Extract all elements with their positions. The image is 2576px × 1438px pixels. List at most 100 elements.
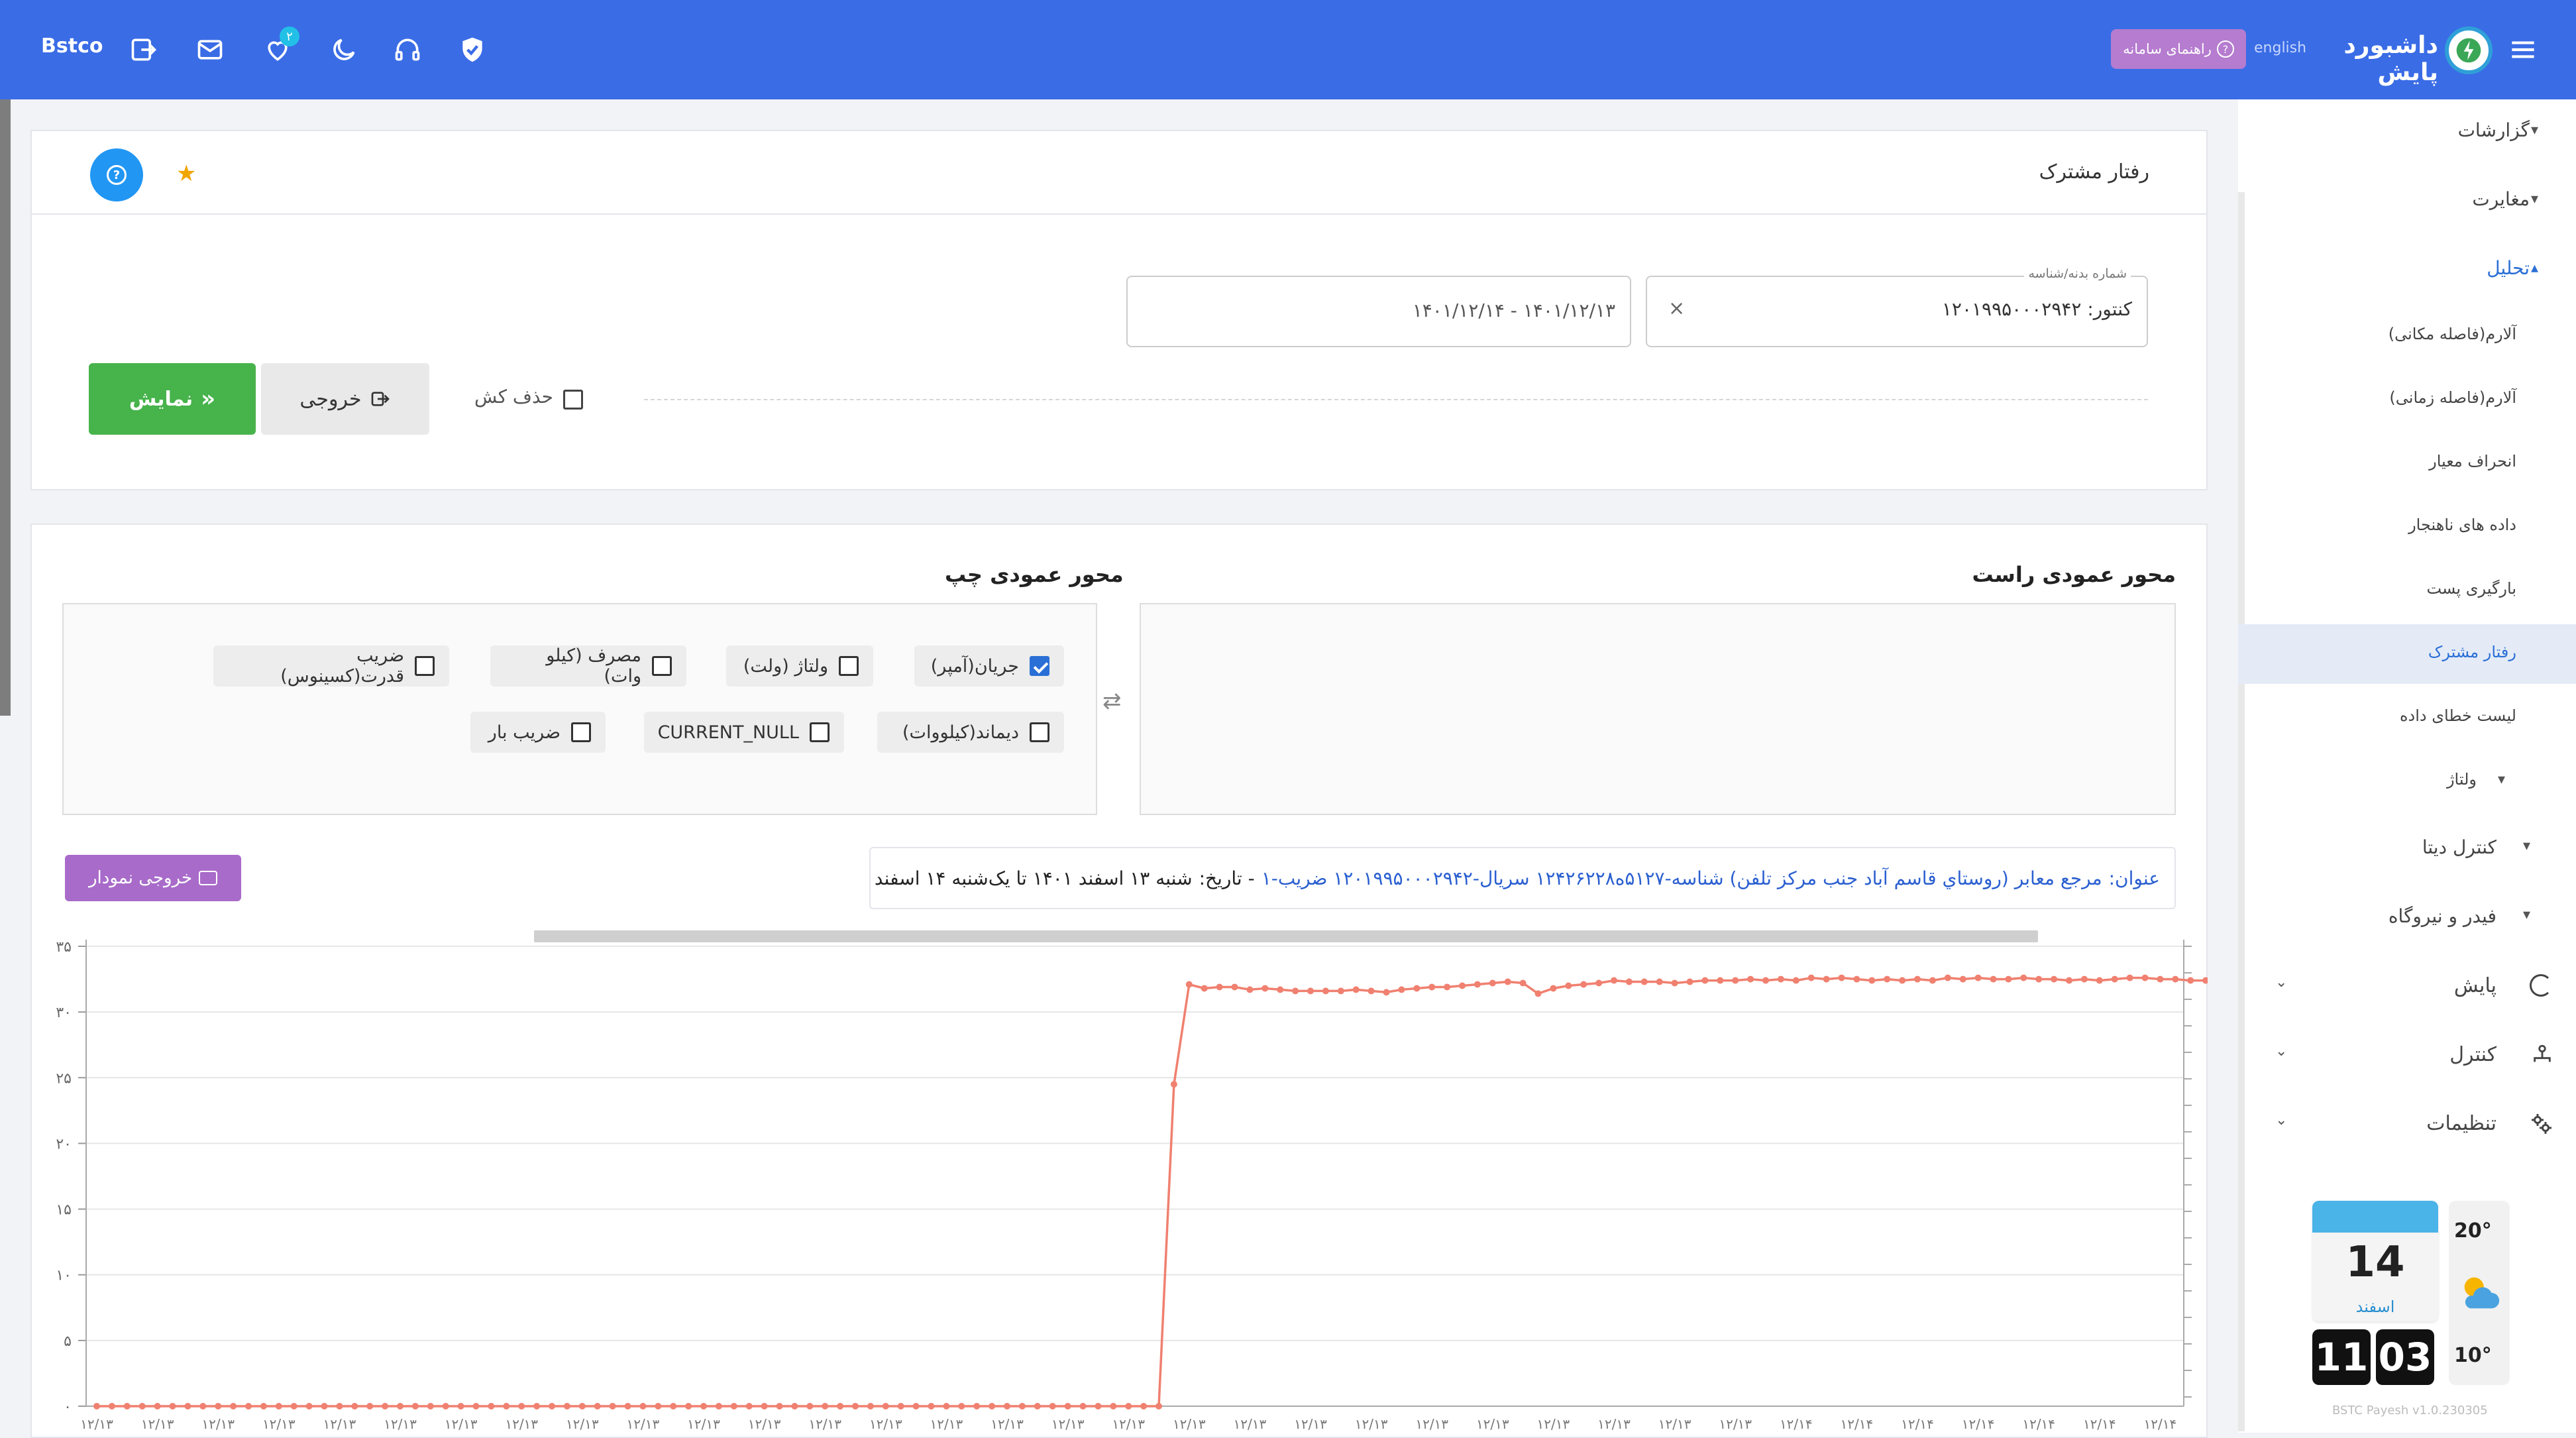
sidebar-item-label: گزارشات (2457, 119, 2530, 141)
option-checkbox[interactable] (839, 656, 859, 676)
x-tick-label: ۱۲/۱۳ (445, 1416, 478, 1432)
data-point (1914, 975, 1921, 983)
x-tick-label: ۱۲/۱۳ (323, 1416, 356, 1432)
data-point (882, 1403, 889, 1410)
sidebar-item-settings[interactable]: تنظیمات (2426, 1112, 2496, 1135)
option-label: ولتاژ (ولت) (743, 655, 828, 677)
option-power-factor[interactable]: ضریب قدرت(کسینوس) (213, 645, 449, 687)
data-point (655, 1403, 662, 1410)
data-point (169, 1403, 176, 1410)
data-point (1899, 977, 1906, 984)
export-chart-label: خروجی نمودار (88, 868, 193, 888)
data-point (943, 1403, 950, 1410)
sidebar-item-control[interactable]: کنترل (2449, 1043, 2496, 1066)
x-tick-label: ۱۲/۱۳ (1355, 1416, 1388, 1432)
logout-icon[interactable] (126, 32, 162, 68)
y-tick-label: ۳۰ (56, 1005, 72, 1021)
option-label: ضریب بار (488, 722, 561, 743)
data-point (1246, 986, 1254, 993)
x-tick-label: ۱۲/۱۳ (627, 1416, 660, 1432)
sidebar-item-feeder-plant[interactable]: فیدر و نیروگاه (2388, 905, 2496, 927)
option-demand[interactable]: دیماند(کیلووات) (877, 712, 1064, 753)
meter-select[interactable]: شماره بدنه/شناسه کنتور: ۱۲۰۱۹۹۵۰۰۰۲۹۴۲ × (1646, 266, 2148, 347)
option-checkbox[interactable] (571, 722, 591, 742)
data-point (897, 1403, 904, 1410)
x-tick-label: ۱۲/۱۳ (748, 1416, 781, 1432)
mail-icon[interactable] (192, 32, 228, 68)
language-link[interactable]: english (2254, 40, 2306, 56)
max-temperature: 20° (2454, 1219, 2492, 1243)
sidebar-item-alarm-spatial[interactable]: آلارم(فاصله مکانی) (2388, 325, 2516, 343)
system-guide-button[interactable]: ? راهنمای سامانه (2111, 29, 2246, 69)
option-current[interactable]: جریان(آمپر) (914, 645, 1064, 687)
option-consumption[interactable]: مصرف (کیلو وات) (490, 645, 686, 687)
sidebar-item-label: مغایرت (2472, 188, 2530, 210)
x-tick-label: ۱۲/۱۳ (141, 1416, 174, 1432)
date-range-field[interactable]: ۱۴۰۱/۱۲/۱۳ - ۱۴۰۱/۱۲/۱۴ (1126, 276, 1631, 347)
x-tick-label: ۱۲/۱۳ (991, 1416, 1024, 1432)
clear-icon[interactable]: × (1668, 297, 1685, 320)
swap-icon[interactable]: ⇄ (1102, 688, 1122, 714)
x-tick-label: ۱۲/۱۳ (869, 1416, 902, 1432)
x-tick-label: ۱۲/۱۴ (2022, 1416, 2055, 1432)
sidebar-item-voltage[interactable]: ولتاژ (2447, 770, 2477, 789)
favorites-icon[interactable]: ۲ (260, 27, 299, 68)
x-tick-label: ۱۲/۱۳ (1476, 1416, 1509, 1432)
shield-icon[interactable] (455, 32, 490, 68)
remove-cache-checkbox[interactable] (563, 390, 583, 410)
option-checkbox[interactable] (415, 656, 435, 676)
option-voltage[interactable]: ولتاژ (ولت) (726, 645, 873, 687)
data-point (2051, 975, 2058, 983)
help-button[interactable]: ? (90, 148, 143, 201)
star-icon[interactable]: ★ (176, 160, 196, 187)
sidebar-item-monitoring[interactable]: پایش (2454, 974, 2496, 997)
sidebar-item-alarm-temporal[interactable]: آلارم(فاصله زمانی) (2389, 388, 2516, 407)
data-point (609, 1403, 616, 1410)
sidebar-item-substation-loading[interactable]: بارگیری پست (2426, 579, 2516, 598)
filter-card: رفتار مشترک ? ★ شماره بدنه/شناسه کنتور: … (30, 130, 2208, 490)
sidebar-scrollbar[interactable] (2238, 192, 2245, 1431)
show-button[interactable]: نمایش » (89, 363, 256, 435)
data-point (989, 1403, 996, 1410)
data-point (1201, 985, 1208, 992)
option-load-factor[interactable]: ضریب بار (470, 712, 606, 753)
sidebar-item-analysis[interactable]: تحلیل (2487, 257, 2530, 279)
right-axis-dropzone[interactable] (1140, 603, 2176, 815)
system-guide-label: راهنمای سامانه (2123, 41, 2212, 57)
export-button[interactable]: خروجی (261, 363, 429, 435)
sidebar-item-anomaly-data[interactable]: داده های ناهنجار (2408, 516, 2516, 534)
data-point (1110, 1403, 1117, 1410)
data-point (578, 1403, 586, 1410)
sidebar-item-discrepancy[interactable]: مغایرت (2472, 188, 2530, 210)
page-title: رفتار مشترک (2039, 160, 2149, 184)
data-point (1990, 975, 1997, 983)
digital-clock: 11 03 (2312, 1329, 2438, 1385)
data-point (685, 1403, 692, 1410)
menu-icon[interactable] (2504, 33, 2542, 66)
dark-mode-icon[interactable] (326, 32, 362, 68)
export-label: خروجی (299, 387, 362, 411)
data-point (2157, 975, 2164, 983)
chevron-down-icon: ⌄ (2275, 1043, 2288, 1060)
data-point (305, 1403, 313, 1410)
option-checkbox[interactable] (652, 656, 672, 676)
option-checkbox[interactable] (1030, 722, 1049, 742)
option-current-null[interactable]: CURRENT_NULL (644, 712, 844, 753)
sidebar-item-customer-behavior[interactable]: رفتار مشترک (2428, 643, 2516, 661)
x-tick-label: ۱۲/۱۳ (1294, 1416, 1327, 1432)
data-point (1489, 979, 1496, 987)
option-checkbox[interactable] (1030, 656, 1049, 676)
sidebar-item-data-error-list[interactable]: لیست خطای داده (2400, 706, 2516, 725)
support-icon[interactable] (390, 32, 425, 68)
data-point (1701, 977, 1709, 984)
option-checkbox[interactable] (810, 722, 830, 742)
data-point (958, 1403, 965, 1410)
min-temperature: 10° (2454, 1344, 2492, 1367)
sidebar-item-data-control[interactable]: کنترل دیتا (2422, 836, 2496, 858)
sidebar-item-std-deviation[interactable]: انحراف معیار (2429, 452, 2516, 470)
left-axis-dropzone[interactable]: جریان(آمپر) ولتاژ (ولت) مصرف (کیلو وات) … (62, 603, 1097, 815)
data-point (1640, 978, 1648, 985)
export-chart-button[interactable]: خروجی نمودار (65, 855, 241, 901)
data-point (1565, 982, 1572, 989)
sidebar-item-reports[interactable]: گزارشات (2458, 119, 2530, 141)
